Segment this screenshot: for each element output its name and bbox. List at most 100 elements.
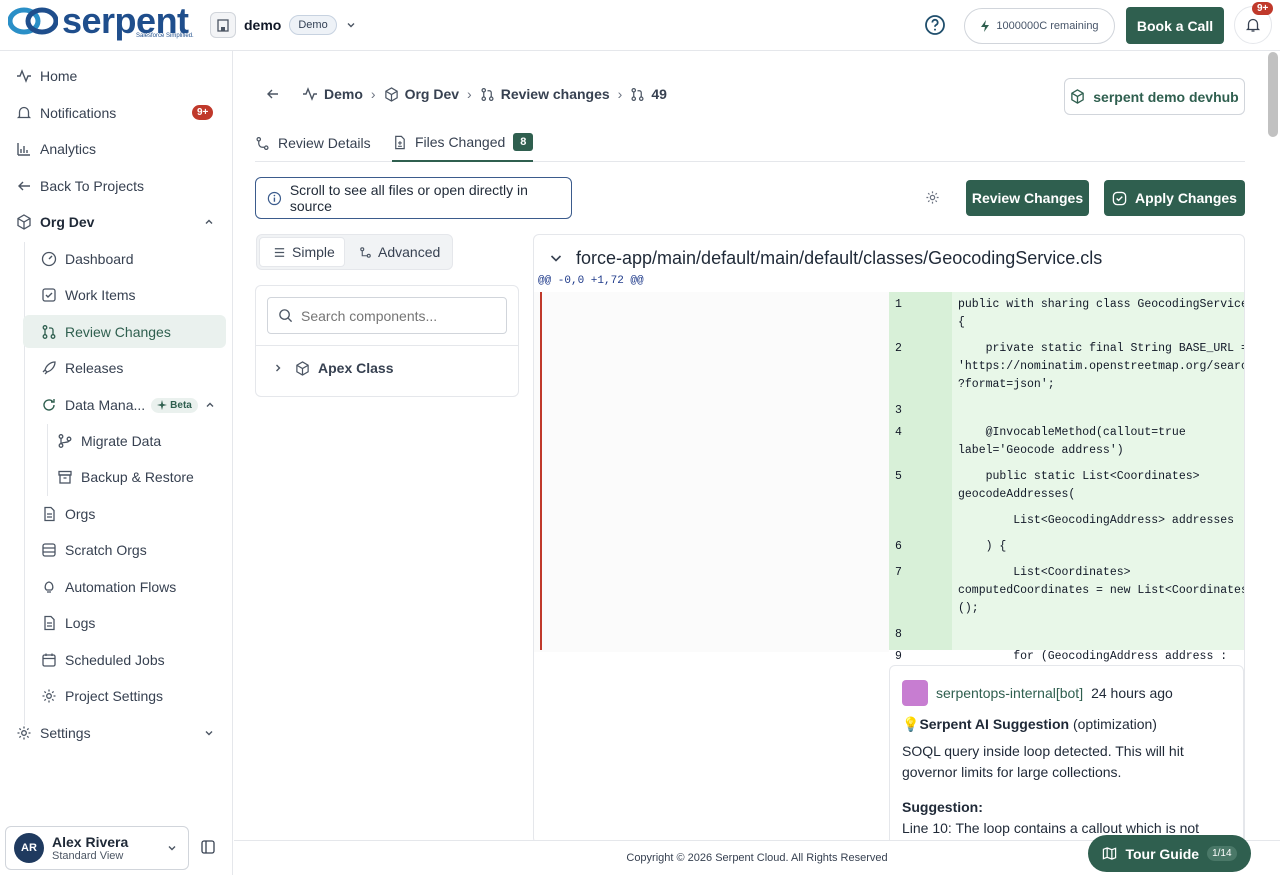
git-branch-icon xyxy=(57,433,73,449)
arrow-left-icon xyxy=(16,178,32,194)
logo-tagline: Salesforce Simplified. xyxy=(136,33,194,39)
git-pull-request-icon xyxy=(630,87,645,102)
submenu-guide-line xyxy=(24,242,25,725)
tab-files-changed[interactable]: Files Changed 8 xyxy=(392,124,534,162)
sidebar-item-label: Settings xyxy=(40,725,91,741)
sidebar-item-work-items[interactable]: Work Items xyxy=(41,280,136,310)
sidebar-item-analytics[interactable]: Analytics xyxy=(16,134,96,164)
check-circle-icon xyxy=(1112,191,1127,205)
code-line: public with sharing class GeocodingServi… xyxy=(958,298,1245,329)
review-changes-button[interactable]: Review Changes xyxy=(966,180,1089,216)
sidebar-item-notifications[interactable]: Notifications xyxy=(16,98,116,128)
sidebar-item-label: Review Changes xyxy=(65,324,171,340)
sidebar-item-scheduled-jobs[interactable]: Scheduled Jobs xyxy=(41,645,165,675)
cube-icon xyxy=(296,360,309,376)
sidebar-item-label: Scheduled Jobs xyxy=(65,652,165,668)
breadcrumb-item[interactable]: Review changes xyxy=(501,86,610,102)
bar-chart-icon xyxy=(16,141,32,157)
sidebar-item-label: Releases xyxy=(65,360,124,376)
component-group-label: Apex Class xyxy=(318,360,394,376)
sidebar-item-migrate-data[interactable]: Migrate Data xyxy=(57,426,161,456)
suggestion-label: Suggestion: xyxy=(902,799,983,815)
tab-review-details[interactable]: Review Details xyxy=(255,124,375,162)
sidebar-item-label: Work Items xyxy=(65,287,136,303)
component-group-apex-class[interactable]: Apex Class xyxy=(272,360,393,376)
sidebar-item-releases[interactable]: Releases xyxy=(41,353,123,383)
sidebar-item-data-management[interactable]: Data Mana... Beta xyxy=(41,390,221,420)
archive-icon xyxy=(57,469,73,485)
gear-icon[interactable] xyxy=(925,190,940,205)
divider xyxy=(256,345,518,346)
sidebar-item-review-changes[interactable]: Review Changes xyxy=(41,317,171,347)
tab-label: Files Changed xyxy=(415,134,506,150)
code-line: private static final String BASE_URL = '… xyxy=(958,342,1245,391)
notifications-count-badge: 9+ xyxy=(192,105,214,120)
breadcrumb-item[interactable]: Demo xyxy=(324,86,363,102)
refresh-icon xyxy=(41,397,57,413)
sidebar-item-home[interactable]: Home xyxy=(16,61,77,91)
chevron-down-icon[interactable] xyxy=(548,250,564,266)
bulb-icon: 💡 xyxy=(902,716,920,732)
help-icon[interactable] xyxy=(924,14,946,36)
cube-icon xyxy=(1071,89,1085,104)
search-input[interactable] xyxy=(301,307,501,324)
file-header[interactable]: force-app/main/default/main/default/clas… xyxy=(548,241,1102,275)
sidebar-item-logs[interactable]: Logs xyxy=(41,608,95,638)
bulb-icon xyxy=(41,579,57,595)
workspace-name: demo xyxy=(244,17,282,33)
serpent-logo[interactable]: serpent xyxy=(8,3,189,39)
beta-label: Beta xyxy=(170,399,192,411)
page-scrollbar[interactable] xyxy=(1268,52,1278,137)
submenu-guide-line xyxy=(47,424,48,496)
sidebar-item-settings[interactable]: Settings xyxy=(16,718,226,748)
code-line: List<GeocodingAddress> addresses xyxy=(958,514,1235,527)
line-number: 5 xyxy=(895,470,902,483)
gear-icon xyxy=(16,725,32,741)
sidebar-item-orgs[interactable]: Orgs xyxy=(41,499,95,529)
code-line: public static List<Coordinates> geocodeA… xyxy=(958,470,1200,501)
sidebar-item-project-settings[interactable]: Project Settings xyxy=(41,681,163,711)
search-icon xyxy=(279,309,293,323)
apply-changes-button[interactable]: Apply Changes xyxy=(1104,180,1245,216)
breadcrumb-separator-icon: › xyxy=(370,86,376,102)
calendar-icon xyxy=(41,652,57,668)
sidebar: Home Notifications 9+ Analytics Back To … xyxy=(0,51,233,875)
sidebar-item-dashboard[interactable]: Dashboard xyxy=(41,244,134,274)
bell-icon xyxy=(16,105,32,121)
advanced-view-option[interactable]: Advanced xyxy=(347,237,451,267)
tour-progress: 1/14 xyxy=(1207,846,1237,861)
chevron-down-icon xyxy=(347,23,355,28)
line-number: 4 xyxy=(895,426,902,439)
activity-icon xyxy=(302,86,318,102)
sidebar-item-backup-restore[interactable]: Backup & Restore xyxy=(57,462,194,492)
book-call-button[interactable]: Book a Call xyxy=(1126,7,1224,44)
sidebar-item-label: Backup & Restore xyxy=(81,469,194,485)
breadcrumb-item[interactable]: Org Dev xyxy=(405,86,459,102)
sidebar-item-automation-flows[interactable]: Automation Flows xyxy=(41,572,176,602)
tour-guide-button[interactable]: Tour Guide 1/14 xyxy=(1088,835,1251,872)
comment-author[interactable]: serpentops-internal[bot] xyxy=(936,685,1083,701)
view-mode-toggle: Simple Advanced xyxy=(256,234,453,270)
simple-view-option[interactable]: Simple xyxy=(259,237,345,267)
sidebar-item-scratch-orgs[interactable]: Scratch Orgs xyxy=(41,535,147,565)
document-icon xyxy=(41,615,57,631)
arrow-left-icon[interactable] xyxy=(266,87,280,101)
code-line: @InvocableMethod(callout=true label='Geo… xyxy=(958,426,1186,457)
tour-label: Tour Guide xyxy=(1125,845,1200,862)
sidebar-item-back-to-projects[interactable]: Back To Projects xyxy=(16,171,144,201)
info-text: Scroll to see all files or open directly… xyxy=(289,182,528,214)
tab-label: Review Details xyxy=(278,135,371,151)
workspace-badge: Demo xyxy=(289,15,337,35)
notification-badge: 9+ xyxy=(1252,2,1274,15)
sidebar-collapse-icon[interactable] xyxy=(200,839,216,855)
files-count-badge: 8 xyxy=(513,133,534,151)
devhub-button[interactable]: serpent demo devhub xyxy=(1064,78,1245,115)
comment-body: SOQL query inside loop detected. This wi… xyxy=(902,743,1184,780)
file-diff-icon xyxy=(395,135,405,149)
user-menu[interactable]: AR Alex Rivera Standard View xyxy=(5,826,189,870)
workspace-switcher[interactable]: demo Demo xyxy=(210,12,357,38)
sidebar-item-org-dev[interactable]: Org Dev xyxy=(16,207,226,237)
sidebar-item-label: Automation Flows xyxy=(65,579,177,595)
chevron-updown-icon xyxy=(168,846,176,851)
credits-indicator[interactable]: 1000000C remaining xyxy=(964,8,1115,44)
